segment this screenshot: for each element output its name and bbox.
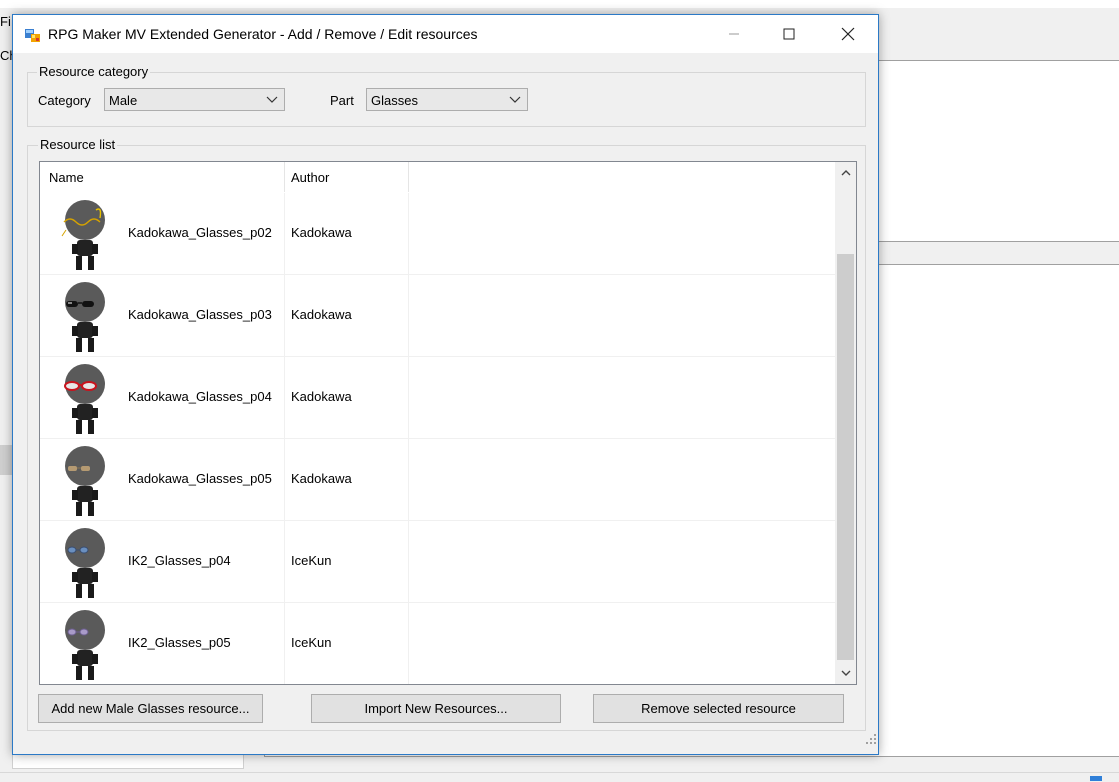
resource-name: Kadokawa_Glasses_p02 [128, 225, 272, 240]
part-select[interactable]: Glasses [366, 88, 528, 111]
import-resources-button[interactable]: Import New Resources... [311, 694, 561, 723]
chevron-down-icon [266, 96, 278, 103]
app-icon [25, 29, 40, 42]
resource-author: IceKun [291, 635, 332, 650]
category-select[interactable]: Male [104, 88, 285, 111]
background-title-strip [0, 0, 1119, 8]
scroll-up-button[interactable] [835, 162, 856, 183]
resource-name: Kadokawa_Glasses_p03 [128, 307, 272, 322]
resource-list-legend: Resource list [38, 137, 118, 152]
character-thumbnail [64, 364, 105, 434]
dialog-title-bar[interactable]: RPG Maker MV Extended Generator - Add / … [13, 15, 878, 53]
background-preview-panel [878, 60, 1119, 242]
background-status-indicator [1090, 776, 1102, 781]
chevron-down-icon [509, 96, 521, 103]
category-label: Category [38, 93, 91, 108]
close-button[interactable] [825, 15, 871, 53]
character-thumbnail [65, 446, 105, 516]
vertical-scrollbar[interactable] [835, 162, 856, 684]
resize-grip-icon[interactable] [865, 733, 877, 745]
resource-name: Kadokawa_Glasses_p05 [128, 471, 272, 486]
resource-name: IK2_Glasses_p05 [128, 635, 231, 650]
column-divider[interactable] [284, 162, 285, 192]
chevron-down-icon [841, 670, 850, 676]
character-thumbnail [65, 528, 105, 598]
resource-author: Kadokawa [291, 225, 352, 240]
column-divider[interactable] [408, 162, 409, 192]
resource-list-view[interactable]: Name Author Kadokawa_Glasses_p02 Kadokaw… [39, 161, 857, 685]
list-header: Name Author [40, 162, 835, 193]
minimize-icon [729, 33, 739, 35]
category-select-value: Male [109, 93, 138, 108]
resource-name: Kadokawa_Glasses_p04 [128, 389, 272, 404]
part-select-value: Glasses [371, 93, 418, 108]
column-header-name[interactable]: Name [49, 170, 84, 185]
resource-author: IceKun [291, 553, 332, 568]
remove-resource-button[interactable]: Remove selected resource [593, 694, 844, 723]
resource-category-legend: Resource category [37, 64, 151, 79]
resource-author: Kadokawa [291, 307, 352, 322]
minimize-button[interactable] [711, 15, 757, 53]
column-header-author[interactable]: Author [291, 170, 329, 185]
character-thumbnail [65, 610, 105, 680]
list-item[interactable]: IK2_Glasses_p04 IceKun [40, 521, 835, 603]
add-resource-button[interactable]: Add new Male Glasses resource... [38, 694, 263, 723]
list-item[interactable]: Kadokawa_Glasses_p03 Kadokawa [40, 275, 835, 357]
character-thumbnail [61, 200, 105, 270]
list-rows: Kadokawa_Glasses_p02 Kadokawa Kadokawa_G… [40, 193, 835, 684]
resources-dialog: RPG Maker MV Extended Generator - Add / … [12, 14, 879, 755]
scroll-down-button[interactable] [835, 662, 856, 683]
maximize-button[interactable] [766, 15, 812, 53]
list-item[interactable]: IK2_Glasses_p05 IceKun [40, 603, 835, 684]
scrollbar-thumb[interactable] [837, 254, 854, 660]
dialog-title: RPG Maker MV Extended Generator - Add / … [48, 26, 478, 42]
list-item[interactable]: Kadokawa_Glasses_p02 Kadokawa [40, 193, 835, 275]
chevron-up-icon [841, 169, 850, 175]
maximize-icon [783, 28, 795, 40]
character-thumbnail [65, 282, 105, 352]
background-lower-panel [878, 264, 1119, 755]
resource-name: IK2_Glasses_p04 [128, 553, 231, 568]
part-label: Part [330, 93, 354, 108]
background-menu-item[interactable]: Fi [0, 14, 11, 29]
background-left-scroll [0, 445, 12, 475]
list-item[interactable]: Kadokawa_Glasses_p05 Kadokawa [40, 439, 835, 521]
resource-author: Kadokawa [291, 471, 352, 486]
list-item[interactable]: Kadokawa_Glasses_p04 Kadokawa [40, 357, 835, 439]
resource-author: Kadokawa [291, 389, 352, 404]
close-icon [841, 27, 855, 41]
